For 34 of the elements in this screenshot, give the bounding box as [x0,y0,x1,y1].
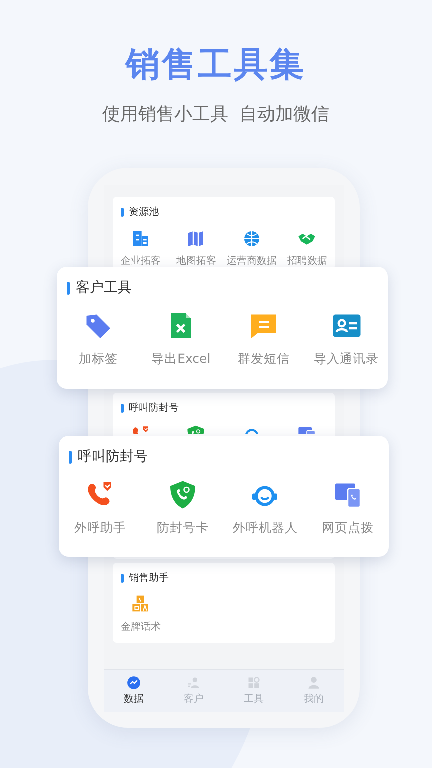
tool-label[interactable]: 金牌话术 [120,620,161,634]
people-icon [187,676,201,690]
section-title: 资源池 [129,206,159,219]
tab-button[interactable]: 数据 [104,670,164,712]
section-title: 呼叫防封号 [129,402,179,415]
section-title: 呼叫防封号 [78,448,148,466]
tool-label[interactable]: 运营商数据 [226,254,277,268]
tool-label[interactable]: 网页点拨 [322,520,374,537]
tool-label[interactable]: 导入通讯录 [314,351,380,368]
grid-icon [247,676,261,690]
tool-label[interactable]: 招聘数据 [287,254,328,268]
tool-label[interactable]: 企业拓客 [120,254,161,268]
globe-icon [242,229,262,249]
tool-label[interactable]: 外呼机器人 [232,520,298,537]
building-icon [130,229,151,249]
devices-icon [297,425,318,434]
tool-label[interactable]: 防封号卡 [156,520,209,537]
person-icon [307,676,321,690]
tab-button[interactable]: 工具 [224,670,284,712]
chart-icon [127,676,141,690]
tool-label[interactable]: 加标签 [78,351,118,368]
tool-label[interactable]: 地图拓客 [176,254,216,268]
shield-phone-icon [186,425,206,434]
tool-label[interactable]: 群发短信 [238,351,290,368]
tab-button[interactable]: 我的 [284,670,344,712]
tab-button[interactable]: 客户 [164,670,224,712]
tool-label[interactable]: 外呼助手 [74,520,126,537]
page-subtitle: 使用销售小工具 自动加微信 [101,103,331,127]
section-title: 客户工具 [76,279,132,297]
shield-phone-icon [168,480,198,510]
map-icon [186,229,206,249]
tool-label[interactable]: 导出Excel [152,351,211,368]
section-title: 销售助手 [129,572,169,585]
page-title: 销售工具集 [124,44,307,87]
